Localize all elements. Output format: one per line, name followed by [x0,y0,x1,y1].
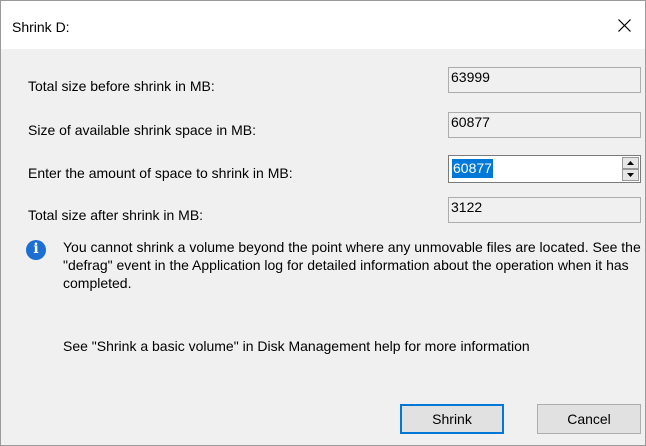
available-space-value: 60877 [451,114,490,130]
total-before-label: Total size before shrink in MB: [28,78,215,94]
spin-buttons [622,157,639,181]
close-icon [618,19,631,32]
available-space-label: Size of available shrink space in MB: [28,122,256,138]
total-after-value: 3122 [451,199,483,215]
shrink-amount-input[interactable]: 60877 [448,155,641,183]
spin-up-button[interactable] [622,157,639,169]
shrink-button[interactable]: Shrink [400,404,504,434]
total-after-field: 3122 [448,197,641,223]
spin-down-button[interactable] [622,169,639,181]
total-before-value: 63999 [451,69,490,85]
cancel-button[interactable]: Cancel [537,404,641,434]
help-message: See "Shrink a basic volume" in Disk Mana… [63,338,530,354]
total-after-label: Total size after shrink in MB: [28,207,204,223]
info-message: You cannot shrink a volume beyond the po… [63,239,641,291]
available-space-field: 60877 [448,112,641,138]
info-icon: i [26,240,46,260]
dialog-title: Shrink D: [12,19,70,35]
title-bar: Shrink D: [1,1,645,49]
shrink-amount-label: Enter the amount of space to shrink in M… [28,165,293,181]
shrink-dialog: Shrink D: Total size before shrink in MB… [0,0,646,446]
total-before-field: 63999 [448,67,641,93]
chevron-down-icon [627,173,634,177]
shrink-amount-value[interactable]: 60877 [452,159,493,178]
close-button[interactable] [603,1,645,49]
chevron-up-icon [627,161,634,165]
